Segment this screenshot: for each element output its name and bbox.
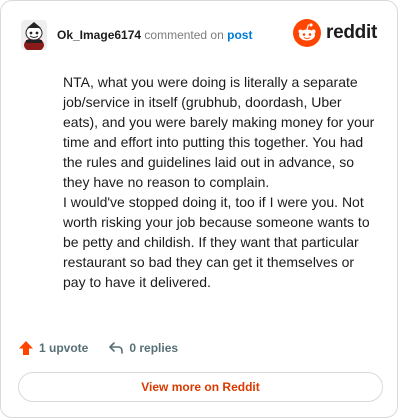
comment-paragraph: NTA, what you were doing is literally a … — [63, 74, 375, 190]
view-more-button[interactable]: View more on Reddit — [18, 372, 383, 402]
reply-button[interactable]: 0 replies — [108, 340, 178, 356]
upvote-arrow-icon — [19, 341, 33, 355]
avatar[interactable] — [21, 20, 47, 50]
reddit-wordmark: reddit — [326, 22, 377, 43]
username-link[interactable]: Ok_Image6174 — [57, 28, 141, 42]
commented-on-text: commented on — [144, 28, 224, 42]
comment-actions: 1 upvote 0 replies — [18, 337, 178, 359]
snoo-avatar-icon — [21, 20, 47, 50]
upvote-button[interactable]: 1 upvote — [18, 340, 88, 356]
reply-count: 0 replies — [129, 341, 179, 355]
comment-body: NTA, what you were doing is literally a … — [63, 72, 379, 292]
post-link[interactable]: post — [227, 28, 252, 42]
upvote-count: 1 upvote — [39, 341, 89, 355]
comment-embed-card: Ok_Image6174 commented on post reddit NT… — [0, 0, 398, 418]
reddit-logo-icon — [293, 19, 322, 47]
reddit-brand-link[interactable]: reddit — [293, 19, 377, 47]
reply-arrow-icon — [109, 342, 124, 354]
comment-paragraph: I would've stopped doing it, too if I we… — [63, 194, 370, 290]
byline: Ok_Image6174 commented on post — [57, 28, 252, 42]
